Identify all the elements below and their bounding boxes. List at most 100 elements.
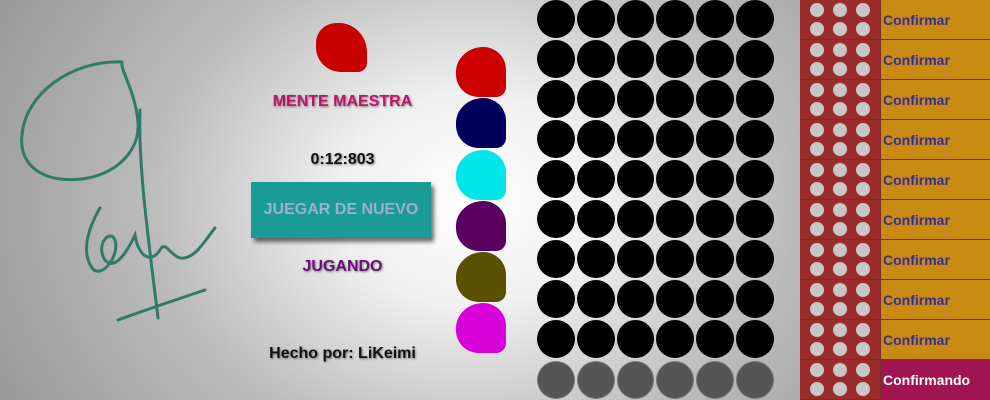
restart-button[interactable]: JUEGAR DE NUEVO: [251, 182, 431, 238]
feedback-pin: [810, 362, 825, 377]
timer: 0:12:803: [310, 151, 375, 168]
peg-hole: [736, 80, 774, 118]
feedback-pin: [855, 222, 870, 237]
peg-hole: [616, 320, 655, 358]
confirm-button[interactable]: Confirmar: [880, 120, 990, 159]
feedback-pin: [832, 2, 847, 17]
board-row: [536, 320, 776, 360]
board-row: [536, 240, 776, 280]
feedback-row: Confirmar: [800, 240, 990, 280]
feedback-row: Confirmar: [800, 320, 990, 360]
feedback-column: Confirmar Confirmar Confirmar Confirmar Conf…: [800, 0, 990, 400]
peg-hole[interactable]: [736, 361, 774, 399]
peg-hole: [576, 120, 615, 158]
feedback-pins: [800, 240, 880, 279]
confirm-button[interactable]: Confirmar: [880, 200, 990, 239]
confirm-button[interactable]: Confirmando: [880, 360, 990, 399]
feedback-pin: [810, 22, 825, 37]
peg-hole[interactable]: [576, 361, 615, 399]
confirm-button[interactable]: Confirmar: [880, 0, 990, 39]
feedback-pin: [855, 102, 870, 117]
feedback-pin: [832, 22, 847, 37]
feedback-pin: [832, 262, 847, 277]
feedback-pin: [855, 362, 870, 377]
feedback-pins: [800, 80, 880, 119]
feedback-pin: [832, 202, 847, 217]
peg-hole: [736, 160, 774, 198]
feedback-pin: [855, 142, 870, 157]
peg-hole: [696, 0, 735, 38]
peg-hole: [656, 200, 695, 238]
confirm-button[interactable]: Confirmar: [880, 80, 990, 119]
peg-hole: [696, 160, 735, 198]
palette-peg-olive[interactable]: [456, 252, 506, 303]
confirm-button[interactable]: Confirmar: [880, 280, 990, 319]
feedback-pin: [810, 142, 825, 157]
feedback-pin: [810, 302, 825, 317]
feedback-pin: [855, 82, 870, 97]
peg-hole[interactable]: [616, 361, 655, 399]
feedback-pin: [855, 62, 870, 77]
feedback-pin: [832, 322, 847, 337]
feedback-pin: [855, 182, 870, 197]
confirm-button[interactable]: Confirmar: [880, 320, 990, 359]
feedback-pin: [832, 82, 847, 97]
peg-hole: [656, 160, 695, 198]
secret-code-peg: [316, 23, 367, 72]
peg-hole: [696, 320, 735, 358]
peg-hole: [537, 40, 575, 78]
feedback-row: Confirmar: [800, 40, 990, 80]
palette-peg-purple[interactable]: [456, 200, 506, 251]
feedback-pin: [810, 102, 825, 117]
feedback-pin: [855, 342, 870, 357]
board-row: [536, 360, 776, 400]
feedback-pin: [855, 282, 870, 297]
feedback-pins: [800, 0, 880, 39]
peg-hole: [616, 80, 655, 118]
peg-hole: [736, 0, 774, 38]
palette-peg-red[interactable]: [456, 47, 506, 97]
feedback-pin: [855, 322, 870, 337]
peg-hole: [696, 240, 735, 278]
feedback-pins: [800, 360, 880, 399]
confirm-button[interactable]: Confirmar: [880, 40, 990, 79]
feedback-pin: [810, 62, 825, 77]
feedback-pin: [810, 2, 825, 17]
feedback-row: Confirmar: [800, 80, 990, 120]
palette-peg-magenta[interactable]: [456, 303, 506, 354]
feedback-pin: [810, 42, 825, 57]
feedback-pins: [800, 120, 880, 159]
peg-hole: [736, 320, 774, 358]
confirm-button[interactable]: Confirmar: [880, 240, 990, 279]
peg-hole: [537, 80, 575, 118]
feedback-pin: [855, 202, 870, 217]
feedback-pins: [800, 40, 880, 79]
peg-hole: [537, 280, 575, 318]
feedback-pin: [810, 202, 825, 217]
peg-hole: [736, 200, 774, 238]
feedback-pin: [832, 282, 847, 297]
feedback-row: Confirmar: [800, 200, 990, 240]
feedback-pin: [832, 162, 847, 177]
peg-hole: [656, 120, 695, 158]
credits: Hecho por: LiKeimi: [269, 345, 416, 362]
palette-peg-cyan[interactable]: [456, 149, 506, 200]
feedback-pins: [800, 320, 880, 359]
feedback-pin: [810, 282, 825, 297]
feedback-pin: [810, 82, 825, 97]
board-row: [536, 80, 776, 120]
feedback-row: Confirmar: [800, 160, 990, 200]
palette-peg-navy[interactable]: [456, 98, 506, 149]
feedback-pin: [810, 342, 825, 357]
peg-hole: [656, 0, 695, 38]
feedback-pin: [855, 382, 870, 397]
signature-logo: [20, 60, 217, 322]
peg-hole[interactable]: [696, 361, 735, 399]
peg-hole: [696, 200, 735, 238]
confirm-button[interactable]: Confirmar: [880, 160, 990, 199]
board-row: [536, 200, 776, 240]
peg-hole[interactable]: [537, 361, 575, 399]
peg-hole[interactable]: [656, 361, 695, 399]
peg-hole: [616, 40, 655, 78]
feedback-pin: [855, 22, 870, 37]
